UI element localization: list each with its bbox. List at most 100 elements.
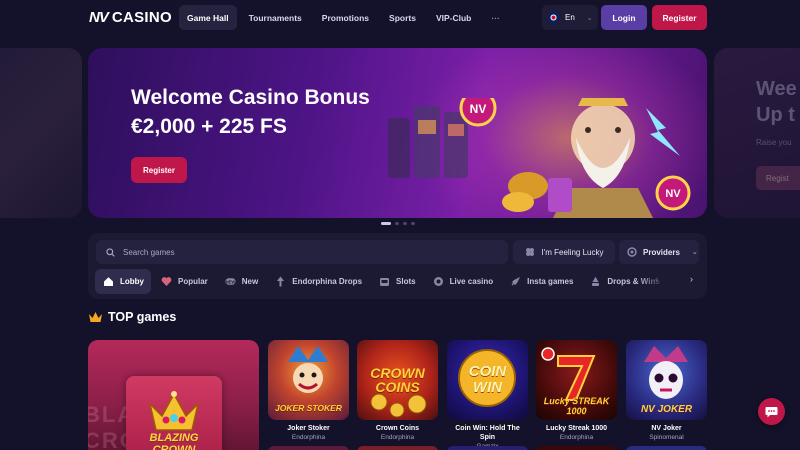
tab-endorphina-drops[interactable]: Endorphina Drops [267,269,369,294]
hero-title: Welcome Casino Bonus [131,86,370,109]
language-selector[interactable]: En ⌄ [542,5,598,30]
home-icon [103,276,114,287]
svg-text:NEW: NEW [225,279,235,284]
search-input[interactable] [123,247,483,257]
clover-icon [525,248,534,256]
tabs-fade [636,269,666,294]
brand-logo[interactable]: NV CASINO [89,9,172,26]
chat-support-button[interactable] [758,398,785,425]
coins-icon [590,276,601,287]
game-title: Joker Stoker [287,425,330,432]
tab-label: Endorphina Drops [292,277,363,286]
game-art-text: NV JOKER [640,404,693,415]
carousel-dot[interactable] [411,222,415,225]
login-button[interactable]: Login [601,5,647,30]
game-thumbnail: Lucky STREAK 1000 [536,340,617,420]
new-badge-icon: NEW [225,276,236,287]
tab-label: Live casino [449,277,494,286]
game-title: Coin Win: Hold The Spin [455,425,520,441]
chevron-down-icon: ⌄ [691,249,698,256]
scroll-left-icon[interactable]: ‹ [655,274,658,284]
uk-flag-icon [548,12,559,23]
game-card-peek [626,446,707,450]
feeling-lucky-label: I'm Feeling Lucky [541,247,604,257]
featured-game-thumbnail: BLAZING CROWN [126,376,222,450]
carousel-dot[interactable] [395,222,399,225]
nav-game-hall[interactable]: Game Hall [179,5,237,30]
providers-label: Providers [643,247,680,257]
brand-name: CASINO [111,9,172,26]
drops-icon [275,276,286,287]
carousel-dot[interactable] [403,222,407,225]
nav-vip-club[interactable]: VIP-Club [428,5,479,30]
search-box[interactable] [96,240,508,264]
top-games-title: TOP games [108,310,177,324]
next-slide-peek[interactable]: Wee Up t Raise you Regist [714,48,800,218]
game-card[interactable]: JOKER STOKER Joker Stoker Endorphina [268,340,349,442]
tab-insta-games[interactable]: Insta games [502,269,580,294]
game-provider: Endorphina [380,434,415,441]
game-thumbnail: COIN WIN [447,340,528,420]
game-title: NV Joker [651,425,682,432]
game-filter-panel: I'm Feeling Lucky Providers ⌄ Lobby Popu… [88,233,707,299]
carousel-dot[interactable] [381,222,391,225]
carousel-dots [381,222,415,225]
game-thumbnail: JOKER STOKER [268,340,349,420]
language-label: En [565,13,575,22]
providers-dropdown[interactable]: Providers ⌄ [619,240,699,264]
prev-slide-peek[interactable] [0,48,82,218]
svg-text:NV: NV [470,102,487,116]
tab-label: Slots [396,277,416,286]
chat-icon [765,406,778,417]
tab-lobby[interactable]: Lobby [95,269,151,294]
hero-subtitle: €2,000 + 225 FS [131,115,287,138]
crown-artwork-icon [148,391,200,431]
featured-game-card[interactable]: BLAZING CROWN BLAZING CROWN [88,340,259,450]
hero-banner[interactable]: NV NV Welcome Casino Bonus €2,000 + 225 … [88,48,707,218]
next-slide-subtitle: Raise you [756,138,792,147]
next-slide-button: Regist [756,166,800,190]
live-icon [433,276,444,287]
hero-artwork: NV NV [388,98,691,218]
heart-icon [161,276,172,287]
tab-new[interactable]: NEW New [217,269,265,294]
game-provider: Endorphina [559,434,594,441]
tab-label: Insta games [527,277,574,286]
register-button[interactable]: Register [652,5,707,30]
hero-register-button[interactable]: Register [131,157,187,183]
game-card[interactable]: NV JOKER NV Joker Spinomenal [626,340,707,442]
slot-machine-icon [379,276,390,287]
nav-more[interactable]: ··· [483,5,508,30]
brand-mark: NV [89,9,109,26]
tab-label: New [241,277,259,286]
game-title: Lucky Streak 1000 [545,425,608,432]
tab-label: Lobby [120,277,144,286]
game-card[interactable]: COIN WIN Coin Win: Hold The Spin Gamzix [447,340,528,450]
chevron-down-icon: ⌄ [586,14,593,22]
svg-text:NV: NV [665,188,681,200]
game-art-text: JOKER STOKER [275,403,342,413]
crown-icon [89,312,102,322]
nav-sports[interactable]: Sports [381,5,424,30]
nav-promotions[interactable]: Promotions [314,5,377,30]
search-icon [106,247,115,257]
tab-label: Popular [178,277,208,286]
tab-slots[interactable]: Slots [371,269,423,294]
providers-icon [627,247,637,257]
game-thumbnail: NV JOKER [626,340,707,420]
main-nav: Game Hall Tournaments Promotions Sports … [179,5,508,30]
nav-tournaments[interactable]: Tournaments [241,5,310,30]
game-card[interactable]: CROWN COINS Crown Coins Endorphina [357,340,438,442]
game-art-text: Lucky STREAK 1000 [543,396,610,416]
top-games-heading: TOP games [88,310,176,324]
category-tabs: Lobby Popular NEW New Endorphina Drops S… [95,269,667,294]
game-card-peek [357,446,438,450]
game-art-text: CROWN COINS [370,365,425,395]
tab-live-casino[interactable]: Live casino [425,269,501,294]
featured-game-name: BLAZING CROWN [149,432,199,450]
tab-popular[interactable]: Popular [153,269,215,294]
game-card-peek [536,446,617,450]
scroll-right-icon[interactable]: › [690,274,693,284]
feeling-lucky-button[interactable]: I'm Feeling Lucky [513,240,615,264]
game-card[interactable]: Lucky STREAK 1000 Lucky Streak 1000 Endo… [536,340,617,442]
